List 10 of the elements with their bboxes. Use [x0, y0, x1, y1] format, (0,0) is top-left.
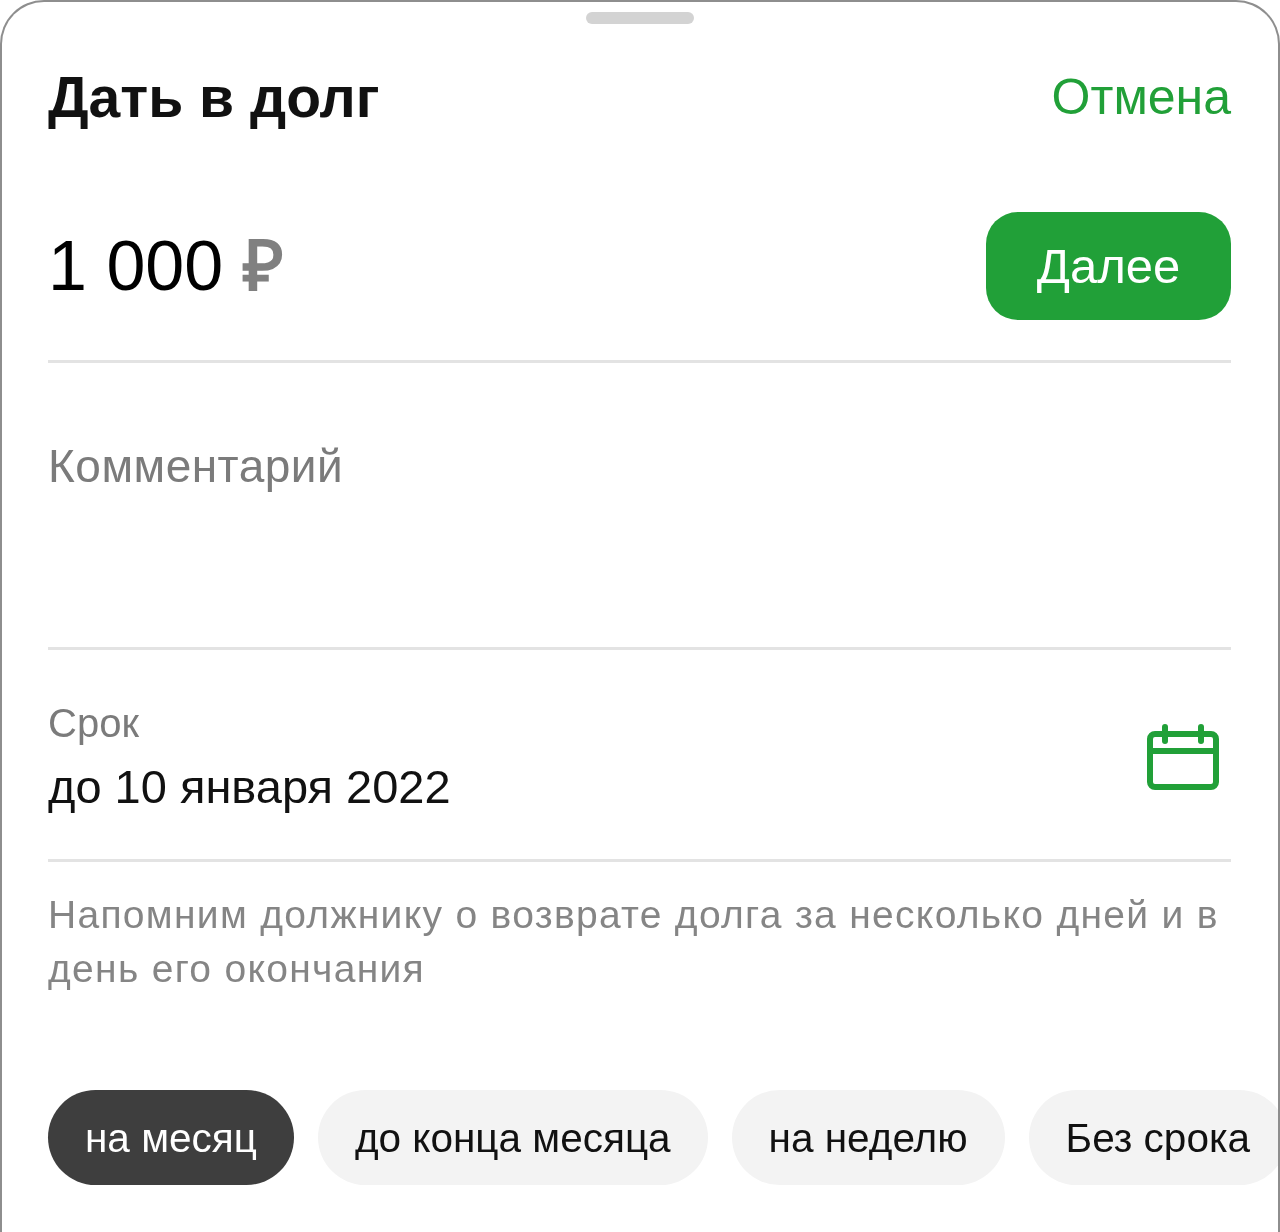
term-chip[interactable]: до конца месяца — [317, 1090, 708, 1186]
term-chip[interactable]: Без срока — [1028, 1090, 1278, 1186]
amount-field[interactable]: 1 000 ₽ — [48, 231, 284, 301]
term-label: Срок — [48, 700, 140, 747]
term-value[interactable]: до 10 января 2022 — [48, 759, 451, 816]
calendar-icon[interactable] — [1146, 723, 1220, 791]
reminder-hint: Напомним должнику о возврате долга за несколько дней и в день его окончания — [48, 892, 1220, 993]
term-chip[interactable]: на неделю — [731, 1090, 1005, 1186]
drag-handle[interactable] — [585, 12, 694, 24]
term-chip[interactable]: на месяц — [48, 1090, 294, 1186]
